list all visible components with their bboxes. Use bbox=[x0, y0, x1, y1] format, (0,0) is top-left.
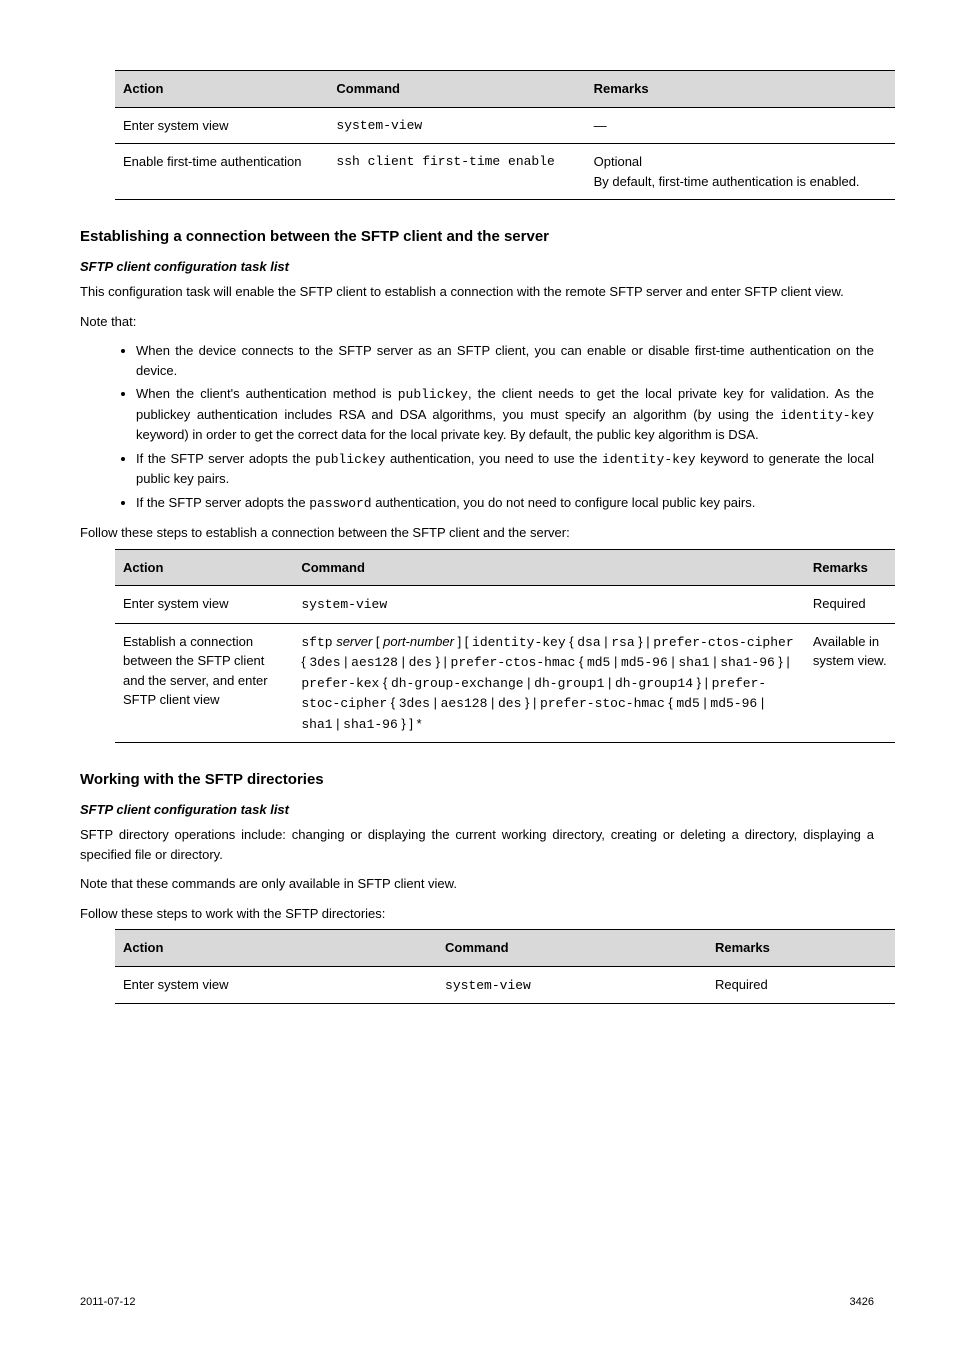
cell-command: system-view bbox=[293, 586, 805, 624]
heading-establish-connection: Establishing a connection between the SF… bbox=[80, 226, 874, 249]
heading-sftp-directories: Working with the SFTP directories bbox=[80, 769, 874, 792]
config-table-sftp-dirs: Action Command Remarks Enter system view… bbox=[115, 929, 895, 1004]
col-command: Command bbox=[437, 930, 707, 967]
cell-action: Enter system view bbox=[115, 107, 328, 144]
page-footer: 2011-07-12 3426 bbox=[80, 1294, 874, 1311]
para-intro: This configuration task will enable the … bbox=[80, 282, 874, 302]
cell-remarks: Required bbox=[805, 586, 895, 624]
cell-action: Enter system view bbox=[115, 966, 437, 1004]
list-item: If the SFTP server adopts the password a… bbox=[136, 493, 874, 514]
list-item: When the device connects to the SFTP ser… bbox=[136, 341, 874, 380]
table-caption: Follow these steps to establish a connec… bbox=[80, 523, 874, 543]
cell-remarks: Required bbox=[707, 966, 895, 1004]
cell-command: sftp server [ port-number ] [ identity-k… bbox=[293, 623, 805, 743]
para-availability: Note that these commands are only availa… bbox=[80, 874, 874, 894]
col-command: Command bbox=[328, 71, 585, 108]
col-action: Action bbox=[115, 549, 293, 586]
list-item: When the client's authentication method … bbox=[136, 384, 874, 445]
lead-task-list: SFTP client configuration task list bbox=[80, 257, 874, 277]
cell-action: Enable first-time authentication bbox=[115, 144, 328, 200]
config-table-firsttime: Action Command Remarks Enter system view… bbox=[115, 70, 895, 200]
cell-action: Enter system view bbox=[115, 586, 293, 624]
col-remarks: Remarks bbox=[586, 71, 895, 108]
table-caption: Follow these steps to work with the SFTP… bbox=[80, 904, 874, 924]
cell-command: system-view bbox=[437, 966, 707, 1004]
col-action: Action bbox=[115, 71, 328, 108]
cell-command: ssh client first-time enable bbox=[328, 144, 585, 200]
para-dir-ops: SFTP directory operations include: chang… bbox=[80, 825, 874, 864]
config-table-sftp-connect: Action Command Remarks Enter system view… bbox=[115, 549, 895, 744]
col-remarks: Remarks bbox=[707, 930, 895, 967]
cell-remarks: — bbox=[586, 107, 895, 144]
cell-action: Establish a connection between the SFTP … bbox=[115, 623, 293, 743]
para-notes-title: Note that: bbox=[80, 312, 874, 332]
cell-remarks: Optional By default, first-time authenti… bbox=[586, 144, 895, 200]
col-command: Command bbox=[293, 549, 805, 586]
col-remarks: Remarks bbox=[805, 549, 895, 586]
footer-date: 2011-07-12 bbox=[80, 1294, 135, 1311]
list-item: If the SFTP server adopts the publickey … bbox=[136, 449, 874, 489]
cell-remarks: Available in system view. bbox=[805, 623, 895, 743]
lead-task-list: SFTP client configuration task list bbox=[80, 800, 874, 820]
col-action: Action bbox=[115, 930, 437, 967]
cell-command: system-view bbox=[328, 107, 585, 144]
footer-page-number: 3426 bbox=[850, 1294, 874, 1311]
notes-list: When the device connects to the SFTP ser… bbox=[80, 341, 874, 513]
